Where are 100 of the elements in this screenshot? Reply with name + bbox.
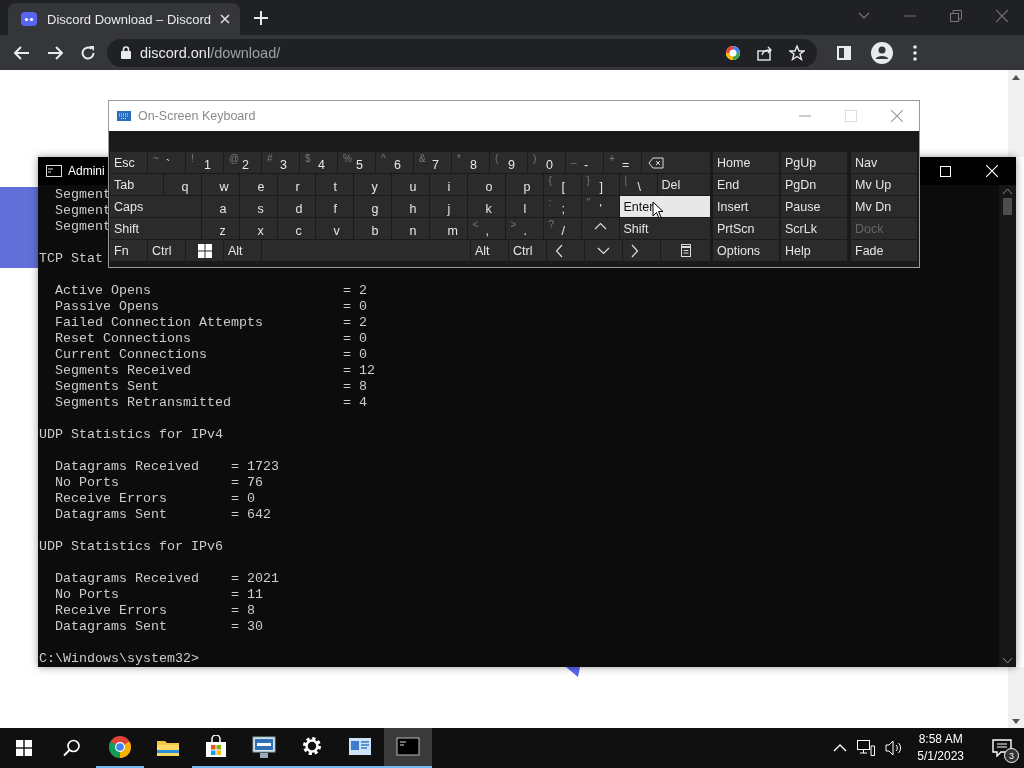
scroll-down-icon[interactable] [1012, 719, 1020, 724]
share-icon[interactable] [757, 44, 773, 61]
network-icon[interactable] [857, 740, 876, 756]
keyboard-key[interactable] [661, 240, 710, 261]
keyboard-key[interactable]: ^ 6 [376, 152, 413, 173]
back-arrow-icon[interactable] [14, 45, 30, 60]
keyboard-key[interactable]: d [277, 196, 315, 217]
keyboard-key[interactable]: & 7 [414, 152, 451, 173]
taskbar-app[interactable] [384, 728, 432, 768]
scroll-down-icon[interactable] [1003, 658, 1012, 663]
restore-icon[interactable] [950, 10, 962, 22]
chevron-up-icon[interactable] [833, 744, 848, 752]
keyboard-key[interactable]: ( 9 [490, 152, 527, 173]
keyboard-key[interactable]: PgUp [781, 152, 847, 173]
keyboard-key[interactable]: Del [657, 174, 710, 195]
keyboard-key[interactable]: Ctrl [509, 240, 546, 261]
clock[interactable]: 8:58 AM 5/1/2023 [917, 731, 964, 765]
keyboard-key[interactable]: Enter [619, 196, 710, 217]
keyboard-key[interactable]: r [277, 174, 315, 195]
keyboard-key[interactable]: | \ [619, 174, 657, 195]
keyboard-key[interactable]: s [239, 196, 277, 217]
keyboard-key[interactable]: a [201, 196, 239, 217]
keyboard-key[interactable]: y [353, 174, 391, 195]
keyboard-key[interactable]: e [239, 174, 277, 195]
keyboard-key[interactable]: w [201, 174, 239, 195]
keyboard-key[interactable]: : ; [543, 196, 581, 217]
keyboard-key[interactable]: Shift [619, 218, 710, 239]
keyboard-key[interactable]: u [391, 174, 429, 195]
keyboard-key[interactable]: Nav [851, 152, 917, 173]
keyboard-key[interactable]: Caps [110, 196, 201, 217]
keyboard-key[interactable]: b [353, 218, 391, 239]
keyboard-key[interactable]: m [429, 218, 467, 239]
keyboard-key[interactable]: Mv Dn [851, 196, 917, 217]
keyboard-key[interactable]: Fn [110, 240, 147, 261]
keyboard-key[interactable]: Help [781, 240, 847, 261]
keyboard-key[interactable]: PgDn [781, 174, 847, 195]
keyboard-key[interactable]: Mv Up [851, 174, 917, 195]
keyboard-key[interactable]: Pause [781, 196, 847, 217]
keyboard-key[interactable]: q [163, 174, 201, 195]
keyboard-key[interactable]: " ' [581, 196, 619, 217]
keyboard-key[interactable]: Fade [851, 240, 917, 261]
keyboard-key[interactable] [623, 240, 660, 261]
keyboard-key[interactable]: + = [604, 152, 641, 173]
keyboard-key[interactable]: c [277, 218, 315, 239]
scroll-up-icon[interactable] [1012, 75, 1020, 80]
keyboard-key[interactable]: i [429, 174, 467, 195]
keyboard-key[interactable]: Options [713, 240, 779, 261]
forward-arrow-icon[interactable] [47, 45, 63, 60]
keyboard-key[interactable]: { [ [543, 174, 581, 195]
keyboard-key[interactable]: ~ ` [148, 152, 185, 173]
keyboard-key[interactable]: p [505, 174, 543, 195]
side-panel-icon[interactable] [837, 45, 851, 60]
keyboard-key[interactable] [547, 240, 584, 261]
keyboard-key[interactable]: t [315, 174, 353, 195]
address-bar[interactable]: discord.onl/download/ [107, 38, 817, 67]
new-tab-icon[interactable] [254, 11, 268, 25]
keyboard-key[interactable]: o [467, 174, 505, 195]
notifications-button[interactable]: 3 [988, 734, 1016, 762]
keyboard-key[interactable]: f [315, 196, 353, 217]
keyboard-key[interactable]: ! 1 [186, 152, 223, 173]
keyboard-key[interactable]: % 5 [338, 152, 375, 173]
scrollbar[interactable] [1008, 70, 1024, 157]
browser-tab[interactable]: Discord Download – Discord [8, 3, 240, 35]
lock-icon[interactable] [121, 46, 131, 59]
scrollbar[interactable] [1008, 667, 1024, 728]
keyboard-key[interactable]: _ - [566, 152, 603, 173]
keyboard-key[interactable]: l [505, 196, 543, 217]
keyboard-key[interactable]: j [429, 196, 467, 217]
keyboard-key[interactable]: x [239, 218, 277, 239]
star-icon[interactable] [789, 44, 805, 61]
keyboard-key[interactable]: Alt [224, 240, 261, 261]
scrollbar[interactable] [999, 185, 1016, 667]
google-logo-icon[interactable] [725, 44, 741, 61]
keyboard-key[interactable]: Insert [713, 196, 779, 217]
keyboard-key[interactable]: PrtScn [713, 218, 779, 239]
keyboard-key[interactable]: ScrLk [781, 218, 847, 239]
keyboard-key[interactable]: > . [505, 218, 543, 239]
reload-icon[interactable] [80, 44, 96, 61]
keyboard-key[interactable]: h [391, 196, 429, 217]
keyboard-key[interactable]: z [201, 218, 239, 239]
scroll-thumb[interactable] [1003, 198, 1012, 215]
keyboard-key[interactable]: ) 0 [528, 152, 565, 173]
keyboard-key[interactable]: n [391, 218, 429, 239]
keyboard-key[interactable]: g [353, 196, 391, 217]
maximize-icon[interactable] [940, 165, 951, 177]
keyboard-key[interactable]: < , [467, 218, 505, 239]
scroll-up-icon[interactable] [1003, 189, 1012, 194]
keyboard-key[interactable]: Home [713, 152, 779, 173]
keyboard-key[interactable]: v [315, 218, 353, 239]
keyboard-key[interactable]: End [713, 174, 779, 195]
keyboard-key[interactable]: Alt [471, 240, 508, 261]
keyboard-key[interactable]: Esc [110, 152, 147, 173]
keyboard-key[interactable]: k [467, 196, 505, 217]
keyboard-key[interactable]: * 8 [452, 152, 489, 173]
keyboard-key[interactable] [186, 240, 223, 261]
keyboard-key[interactable]: Shift [110, 218, 201, 239]
keyboard-key[interactable]: # 3 [262, 152, 299, 173]
chevron-down-icon[interactable] [858, 12, 870, 20]
keyboard-key[interactable]: $ 4 [300, 152, 337, 173]
profile-icon[interactable] [871, 41, 893, 64]
